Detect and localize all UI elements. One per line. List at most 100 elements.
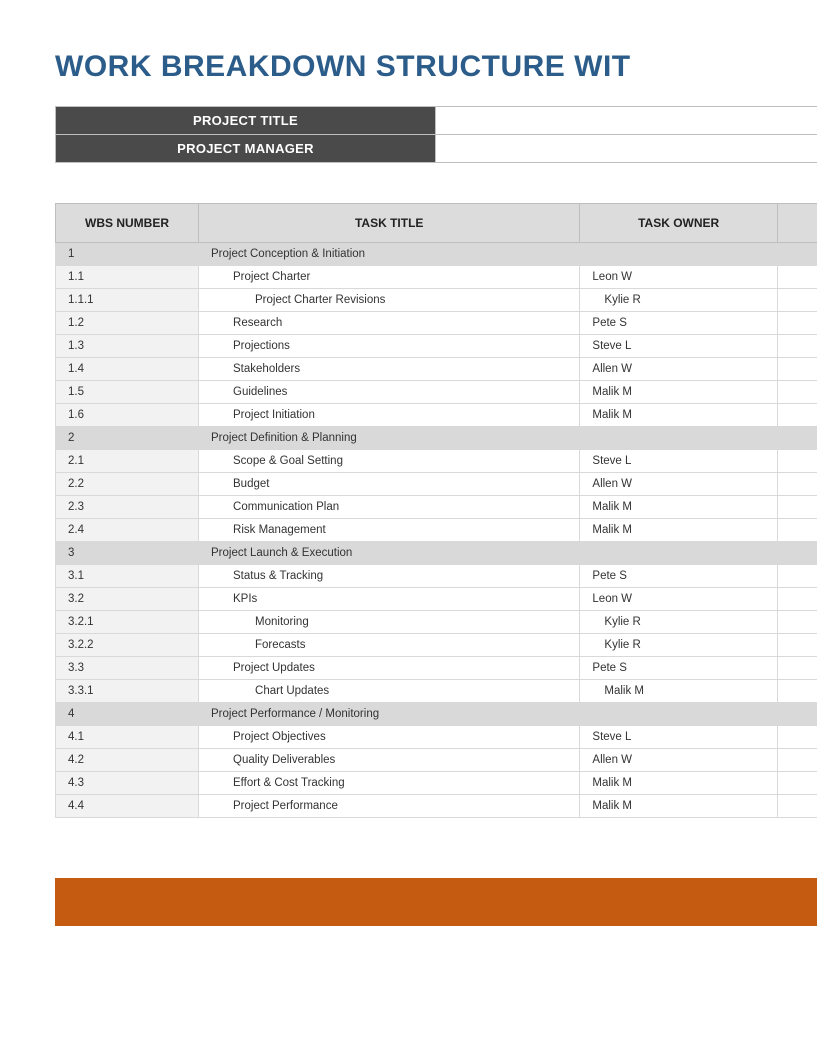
task-owner-cell: Kylie R — [580, 611, 778, 634]
task-title-cell: Project Charter Revisions — [199, 289, 580, 312]
wbs-number-cell: 3.2.1 — [56, 611, 199, 634]
task-title-cell: Risk Management — [199, 519, 580, 542]
start-date-cell: 3/17/2017 — [777, 358, 817, 381]
task-title-cell: KPIs — [199, 588, 580, 611]
start-date-cell: 3/29/2017 — [777, 473, 817, 496]
task-owner-cell: Steve L — [580, 726, 778, 749]
wbs-number-cell: 1.6 — [56, 404, 199, 427]
table-row: 4Project Performance / Monitoring — [56, 703, 817, 726]
wbs-number-cell: 3.2.2 — [56, 634, 199, 657]
start-date-cell: 3/12/2017 — [777, 266, 817, 289]
task-title-cell: Project Charter — [199, 266, 580, 289]
start-date-cell — [777, 657, 817, 680]
task-title-cell: Project Conception & Initiation — [199, 243, 580, 266]
table-row: 3.2KPIsLeon W — [56, 588, 817, 611]
wbs-number-cell: 1.5 — [56, 381, 199, 404]
start-date-cell: 3/23/2017 — [777, 404, 817, 427]
start-date-cell — [777, 703, 817, 726]
wbs-table: WBS NUMBER TASK TITLE TASK OWNER START D… — [55, 203, 817, 818]
table-row: 3Project Launch & Execution — [56, 542, 817, 565]
project-title-label: PROJECT TITLE — [56, 107, 436, 135]
start-date-cell — [777, 243, 817, 266]
table-row: 1.6Project InitiationMalik M3/23/2017 — [56, 404, 817, 427]
start-date-cell — [777, 496, 817, 519]
task-title-cell: Project Performance — [199, 795, 580, 818]
project-meta-table: PROJECT TITLE PROJECT MANAGER — [55, 106, 817, 163]
wbs-number-cell: 4.1 — [56, 726, 199, 749]
wbs-number-cell: 1.2 — [56, 312, 199, 335]
spacer — [55, 163, 817, 203]
table-row: 1.2ResearchPete S3/15/2017 — [56, 312, 817, 335]
task-title-cell: Status & Tracking — [199, 565, 580, 588]
wbs-number-cell: 3.2 — [56, 588, 199, 611]
col-header-owner: TASK OWNER — [580, 204, 778, 243]
task-title-cell: Research — [199, 312, 580, 335]
start-date-cell — [777, 427, 817, 450]
wbs-number-cell: 4 — [56, 703, 199, 726]
project-manager-row: PROJECT MANAGER — [56, 135, 817, 163]
start-date-cell: 3/15/2017 — [777, 289, 817, 312]
task-owner-cell: Pete S — [580, 312, 778, 335]
start-date-cell — [777, 680, 817, 703]
task-owner-cell: Malik M — [580, 496, 778, 519]
table-row: 2.4Risk ManagementMalik M — [56, 519, 817, 542]
table-row: 1Project Conception & Initiation — [56, 243, 817, 266]
task-owner-cell: Steve L — [580, 450, 778, 473]
task-title-cell: Monitoring — [199, 611, 580, 634]
task-owner-cell: Allen W — [580, 749, 778, 772]
task-owner-cell: Pete S — [580, 565, 778, 588]
project-title-value[interactable] — [436, 107, 817, 135]
task-title-cell: Project Launch & Execution — [199, 542, 580, 565]
task-owner-cell: Kylie R — [580, 634, 778, 657]
start-date-cell — [777, 726, 817, 749]
start-date-cell — [777, 542, 817, 565]
project-title-row: PROJECT TITLE — [56, 107, 817, 135]
table-row: 4.2Quality DeliverablesAllen W — [56, 749, 817, 772]
task-owner-cell: Kylie R — [580, 289, 778, 312]
start-date-cell: 3/15/2017 — [777, 312, 817, 335]
wbs-number-cell: 2.2 — [56, 473, 199, 496]
table-row: 4.3Effort & Cost TrackingMalik M — [56, 772, 817, 795]
start-date-cell: 3/18/2017 — [777, 381, 817, 404]
wbs-number-cell: 3.3 — [56, 657, 199, 680]
wbs-number-cell: 4.4 — [56, 795, 199, 818]
task-owner-cell: Leon W — [580, 266, 778, 289]
task-title-cell: Stakeholders — [199, 358, 580, 381]
task-title-cell: Project Performance / Monitoring — [199, 703, 580, 726]
task-title-cell: Effort & Cost Tracking — [199, 772, 580, 795]
task-title-cell: Projections — [199, 335, 580, 358]
task-owner-cell: Pete S — [580, 657, 778, 680]
wbs-number-cell: 2 — [56, 427, 199, 450]
task-owner-cell: Leon W — [580, 588, 778, 611]
table-row: 4.1Project ObjectivesSteve L — [56, 726, 817, 749]
task-owner-cell: Malik M — [580, 519, 778, 542]
project-manager-label: PROJECT MANAGER — [56, 135, 436, 163]
start-date-cell — [777, 634, 817, 657]
task-title-cell: Budget — [199, 473, 580, 496]
wbs-number-cell: 2.1 — [56, 450, 199, 473]
page-title: WORK BREAKDOWN STRUCTURE WIT — [55, 50, 817, 84]
task-owner-cell — [580, 427, 778, 450]
task-title-cell: Communication Plan — [199, 496, 580, 519]
table-row: 3.3.1Chart UpdatesMalik M — [56, 680, 817, 703]
table-row: 4.4Project PerformanceMalik M — [56, 795, 817, 818]
task-owner-cell — [580, 542, 778, 565]
wbs-number-cell: 3.3.1 — [56, 680, 199, 703]
table-row: 1.1Project CharterLeon W3/12/2017 — [56, 266, 817, 289]
table-row: 1.1.1Project Charter RevisionsKylie R3/1… — [56, 289, 817, 312]
task-title-cell: Guidelines — [199, 381, 580, 404]
col-header-title: TASK TITLE — [199, 204, 580, 243]
page: WORK BREAKDOWN STRUCTURE WIT PROJECT TIT… — [0, 0, 817, 926]
wbs-body: 1Project Conception & Initiation1.1Proje… — [56, 243, 817, 818]
wbs-number-cell: 1.4 — [56, 358, 199, 381]
wbs-number-cell: 1.3 — [56, 335, 199, 358]
project-manager-value[interactable] — [436, 135, 817, 163]
start-date-cell — [777, 749, 817, 772]
start-date-cell: 3/16/2017 — [777, 335, 817, 358]
wbs-header-row: WBS NUMBER TASK TITLE TASK OWNER START D… — [56, 204, 817, 243]
task-owner-cell: Allen W — [580, 358, 778, 381]
table-row: 2.3Communication PlanMalik M — [56, 496, 817, 519]
table-row: 2.1Scope & Goal SettingSteve L3/24/2017 — [56, 450, 817, 473]
task-owner-cell: Malik M — [580, 680, 778, 703]
table-row: 2.2BudgetAllen W3/29/2017 — [56, 473, 817, 496]
